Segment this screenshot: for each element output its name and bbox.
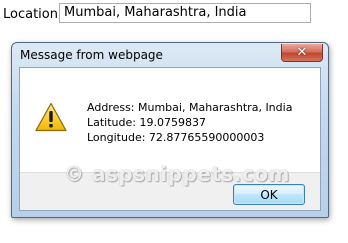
message-address: Address: Mumbai, Maharashtra, India [87,101,293,114]
dialog-title: Message from webpage [20,48,163,62]
dialog-titlebar[interactable]: Message from webpage ✕ [12,43,328,67]
message-latitude: Latitude: 19.0759837 [87,116,206,129]
warning-icon [35,102,67,132]
message-dialog: Message from webpage ✕ Address: Mumbai, … [11,42,329,218]
location-label: Location: [3,6,63,22]
close-icon: ✕ [296,45,308,60]
message-area: Address: Mumbai, Maharashtra, India Lati… [20,68,320,172]
location-row: Location: [3,3,62,25]
message-text: Address: Mumbai, Maharashtra, India Lati… [87,100,292,145]
ok-button[interactable]: OK [233,184,305,205]
location-input[interactable]: Mumbai, Maharashtra, India [59,3,311,23]
button-area: OK [20,172,320,210]
dialog-client-area: Address: Mumbai, Maharashtra, India Lati… [19,67,321,211]
close-button[interactable]: ✕ [281,44,323,62]
message-longitude: Longitude: 72.87765590000003 [87,131,265,144]
